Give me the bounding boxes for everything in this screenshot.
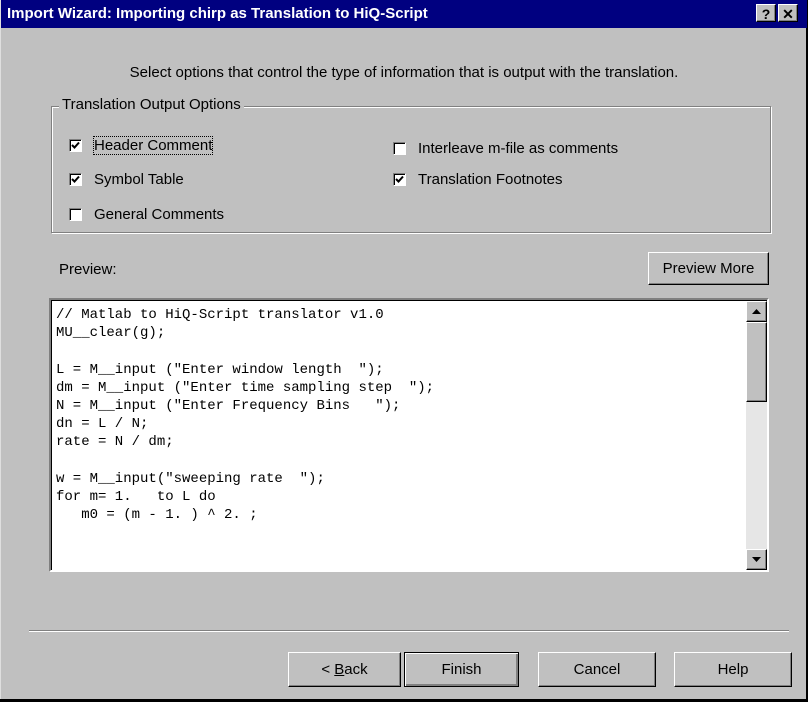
- back-rest: ack: [344, 661, 368, 678]
- vertical-scrollbar[interactable]: [746, 301, 767, 570]
- checkbox-label: Header Comment: [92, 136, 214, 155]
- checkbox-label: Translation Footnotes: [418, 171, 563, 188]
- checkbox-box[interactable]: [393, 142, 406, 155]
- preview-content: // Matlab to HiQ-Script translator v1.0 …: [51, 300, 767, 570]
- checkmark-icon: [71, 141, 80, 149]
- preview-more-button[interactable]: Preview More: [648, 252, 769, 285]
- checkbox-box[interactable]: [69, 173, 82, 186]
- preview-label: Preview:: [59, 261, 117, 278]
- checkmark-icon: [71, 175, 80, 183]
- scroll-up-button[interactable]: [746, 301, 767, 322]
- header-comment-checkbox[interactable]: Header Comment: [69, 136, 214, 155]
- checkbox-label: Interleave m-file as comments: [418, 140, 619, 157]
- checkbox-box[interactable]: [393, 173, 406, 186]
- finish-button[interactable]: Finish: [404, 652, 519, 687]
- checkbox-box[interactable]: [69, 208, 82, 221]
- checkbox-label: Symbol Table: [94, 171, 184, 188]
- help-button[interactable]: Help: [674, 652, 792, 687]
- arrow-down-icon: [752, 557, 761, 562]
- checkbox-label: General Comments: [94, 206, 225, 223]
- back-accelerator: B: [334, 661, 345, 678]
- scroll-thumb[interactable]: [746, 322, 767, 402]
- preview-code: // Matlab to HiQ-Script translator v1.0 …: [56, 307, 435, 524]
- checkmark-icon: [395, 175, 404, 183]
- general-comments-checkbox[interactable]: General Comments: [69, 206, 224, 223]
- arrow-up-icon: [752, 309, 761, 314]
- scroll-down-button[interactable]: [746, 549, 767, 570]
- preview-textarea[interactable]: // Matlab to HiQ-Script translator v1.0 …: [49, 298, 769, 572]
- window-title: Import Wizard: Importing chirp as Transl…: [7, 5, 428, 22]
- checkbox-box[interactable]: [69, 139, 82, 152]
- cancel-button[interactable]: Cancel: [538, 652, 656, 687]
- separator: [29, 630, 789, 632]
- symbol-table-checkbox[interactable]: Symbol Table: [69, 171, 184, 188]
- translation-footnotes-checkbox[interactable]: Translation Footnotes: [393, 171, 563, 188]
- help-title-button[interactable]: ?: [756, 4, 776, 22]
- instructions-text: Select options that control the type of …: [129, 64, 679, 81]
- interleave-mfile-checkbox[interactable]: Interleave m-file as comments: [393, 140, 618, 157]
- group-label: Translation Output Options: [59, 96, 244, 113]
- close-icon[interactable]: ✕: [778, 4, 798, 22]
- back-button[interactable]: < Back: [288, 652, 401, 687]
- title-bar[interactable]: Import Wizard: Importing chirp as Transl…: [1, 0, 807, 28]
- import-wizard-dialog: Import Wizard: Importing chirp as Transl…: [0, 0, 808, 702]
- back-prefix: <: [321, 661, 335, 678]
